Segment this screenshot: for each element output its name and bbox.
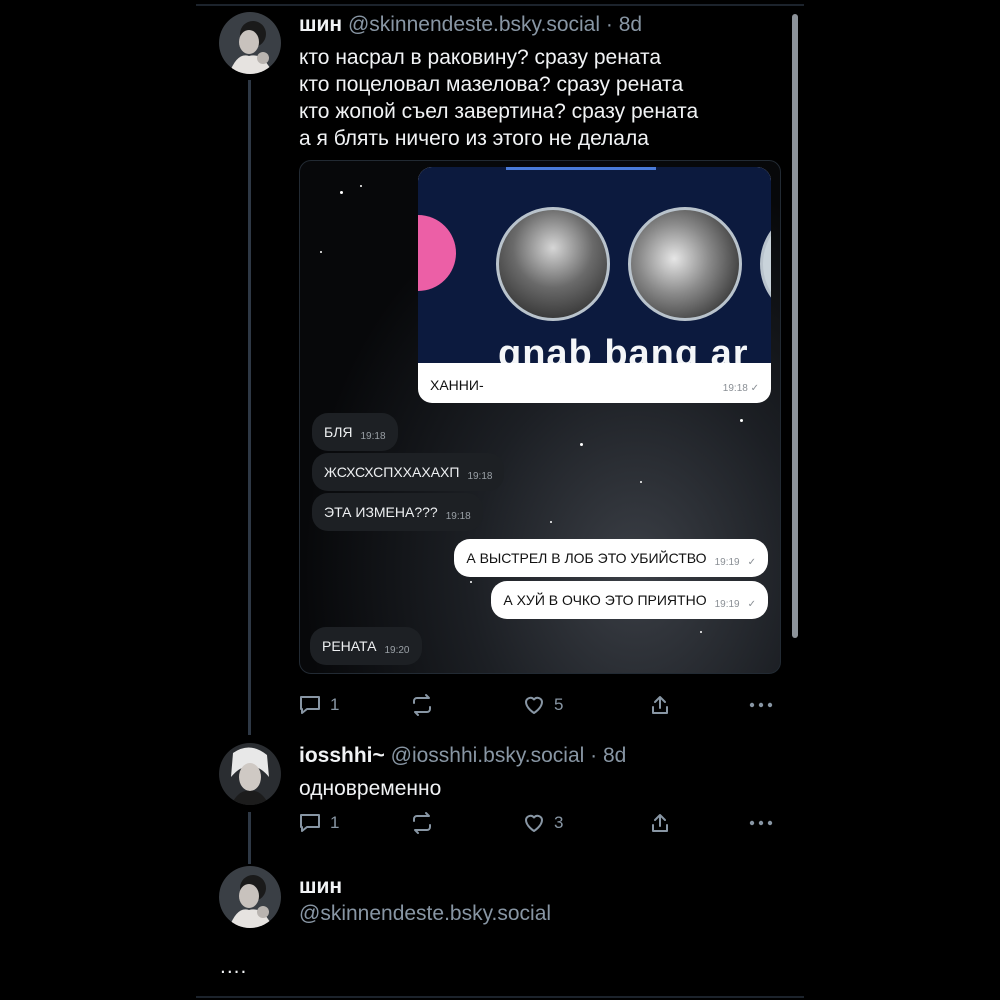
message-time: 19:20	[384, 644, 410, 656]
like-count: 5	[554, 695, 564, 714]
star	[550, 521, 552, 523]
message-text: А ХУЙ В ОЧКО ЭТО ПРИЯТНО	[503, 592, 707, 608]
message-time: 19:18	[360, 430, 386, 442]
author-handle[interactable]: @skinnendeste.bsky.social	[348, 13, 600, 36]
message-time: 19:18	[467, 470, 493, 482]
story-caption: ХАННИ-	[430, 377, 484, 393]
post-time[interactable]: 8d	[603, 744, 626, 767]
message-text: А ВЫСТРЕЛ В ЛОБ ЭТО УБИЙСТВО	[466, 550, 707, 566]
post-actions: 1 3	[298, 808, 778, 838]
post-header: шин @skinnendeste.bsky.social · 8d	[299, 13, 642, 37]
more-icon	[749, 820, 773, 826]
progress-bar	[506, 167, 656, 170]
heart-icon	[525, 814, 543, 832]
star	[470, 581, 472, 583]
star	[580, 443, 583, 446]
thread-connector	[248, 80, 251, 735]
share-icon	[652, 814, 668, 832]
reply-button[interactable]: 1	[298, 690, 339, 720]
message-text: ЖСХСХСПХХАХАХП	[324, 464, 460, 480]
post-body: одновременно	[299, 777, 442, 800]
reply-bubble-icon	[300, 814, 320, 832]
message-bubble-in: ЭТА ИЗМЕНА??? 19:18	[312, 493, 483, 531]
message-bubble-in: ЖСХСХСПХХАХАХП 19:18	[312, 453, 505, 491]
share-icon	[652, 696, 668, 714]
double-check-icon: ✓	[747, 598, 756, 610]
more-button[interactable]	[748, 690, 774, 720]
star	[320, 251, 322, 253]
message-bubble-in: РЕНАТА 19:20	[310, 627, 422, 665]
share-button[interactable]	[648, 808, 672, 838]
post-body: кто насрал в раковину? сразу рената кто …	[299, 44, 698, 152]
reply-bubble-icon	[300, 696, 320, 714]
author-name[interactable]: iosshhi~	[299, 744, 385, 767]
story-overlay-text: qnab bang ar	[498, 333, 749, 363]
star	[340, 191, 343, 194]
repost-button[interactable]	[410, 808, 434, 838]
message-time: 19:19	[714, 556, 740, 568]
separator-dot: ·	[590, 744, 598, 767]
message-text: БЛЯ	[324, 424, 353, 440]
post-header: @skinnendeste.bsky.social	[299, 902, 551, 926]
message-bubble-out: А ХУЙ В ОЧКО ЭТО ПРИЯТНО 19:19 ✓	[491, 581, 768, 619]
message-time: 19:19	[714, 598, 740, 610]
bottom-divider	[196, 996, 804, 998]
post-image[interactable]: qnab bang ar ХАННИ- 19:18 ✓ БЛЯ 19:18 ЖС…	[299, 160, 781, 674]
star	[700, 631, 702, 633]
reply-count: 1	[330, 695, 340, 714]
top-divider	[196, 4, 804, 6]
author-handle[interactable]: @skinnendeste.bsky.social	[299, 902, 551, 925]
star	[360, 185, 362, 187]
author-name[interactable]: шин	[299, 13, 342, 36]
reply-button[interactable]: 1	[298, 808, 339, 838]
avatar[interactable]	[219, 866, 281, 928]
separator-dot: ·	[605, 13, 613, 36]
message-time: 19:18	[445, 510, 471, 522]
like-button[interactable]: 5	[522, 690, 563, 720]
avatar[interactable]	[219, 743, 281, 805]
avatar[interactable]	[219, 12, 281, 74]
post-time[interactable]: 8d	[619, 13, 642, 36]
message-text: ЭТА ИЗМЕНА???	[324, 504, 438, 520]
repost-icon	[413, 812, 431, 834]
post-header: шин	[299, 875, 342, 899]
more-button[interactable]	[748, 808, 774, 838]
story-reply-card[interactable]: qnab bang ar ХАННИ- 19:18 ✓	[418, 167, 771, 403]
post-line: кто насрал в раковину? сразу рената	[299, 46, 662, 69]
message-time: 19:18 ✓	[722, 383, 759, 394]
profile-photo	[628, 207, 742, 321]
post-header: iosshhi~ @iosshhi.bsky.social · 8d	[299, 744, 626, 768]
heart-icon	[525, 696, 543, 714]
repost-icon	[413, 694, 431, 716]
thread-connector	[248, 812, 251, 864]
double-check-icon: ✓	[750, 383, 759, 394]
message-bubble-in: БЛЯ 19:18	[312, 413, 398, 451]
like-button[interactable]: 3	[522, 808, 563, 838]
star	[640, 481, 642, 483]
post-line: кто поцеловал мазелова? сразу рената	[299, 73, 684, 96]
like-count: 3	[554, 813, 564, 832]
message-bubble-out: А ВЫСТРЕЛ В ЛОБ ЭТО УБИЙСТВО 19:19 ✓	[454, 539, 768, 577]
post-line: кто жопой съел завертина? сразу рената	[299, 100, 699, 123]
profile-photo	[496, 207, 610, 321]
author-name[interactable]: шин	[299, 875, 342, 898]
heart-shape	[418, 215, 456, 291]
repost-button[interactable]	[410, 690, 434, 720]
share-button[interactable]	[648, 690, 672, 720]
profile-photo	[760, 207, 771, 321]
post-line: а я блять ничего из этого не делала	[299, 127, 649, 150]
post-body: ....	[220, 955, 248, 978]
scrollbar[interactable]	[792, 14, 798, 638]
star	[740, 419, 743, 422]
author-handle[interactable]: @iosshhi.bsky.social	[391, 744, 585, 767]
double-check-icon: ✓	[747, 556, 756, 568]
message-text: РЕНАТА	[322, 638, 377, 654]
reply-count: 1	[330, 813, 340, 832]
post-actions: 1 5	[298, 690, 778, 720]
story-preview: qnab bang ar	[418, 167, 771, 363]
more-icon	[749, 702, 773, 708]
